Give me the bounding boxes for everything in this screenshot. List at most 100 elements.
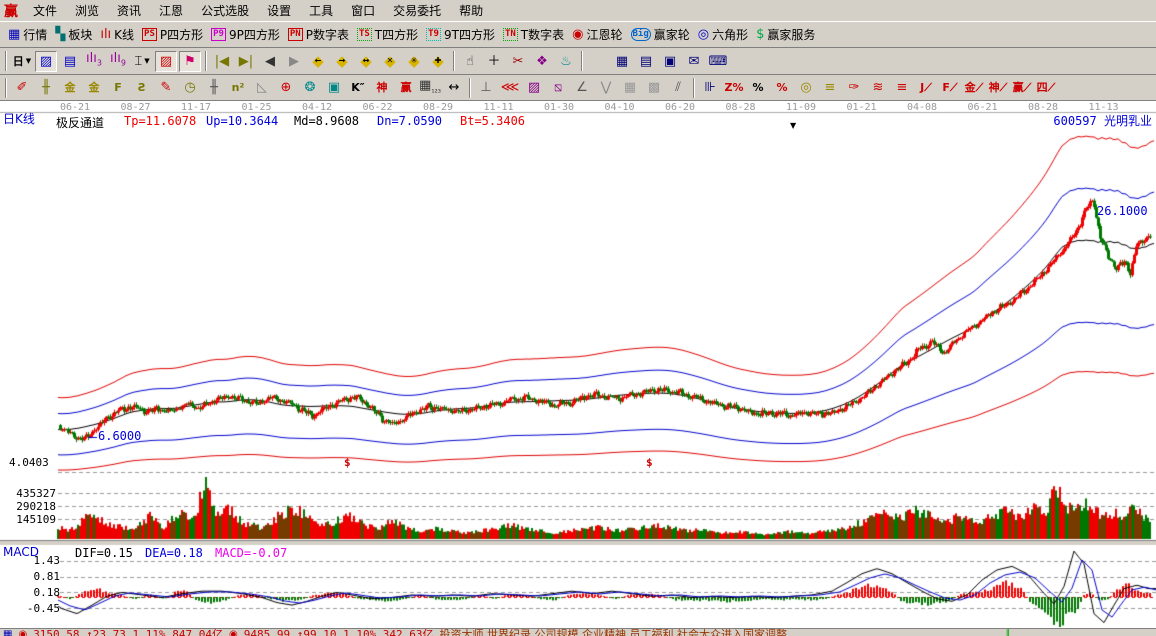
tool-shen-ruler[interactable]: 神 xyxy=(371,77,393,98)
tool-gold-angle[interactable]: 金⟋ xyxy=(963,77,985,98)
tool-crosshair[interactable]: ＋ xyxy=(483,51,505,72)
toolbar-button-kline-chart[interactable]: ılıK线 xyxy=(96,25,138,44)
menu-工具[interactable]: 工具 xyxy=(300,3,342,19)
tool-gold-ruler-b[interactable]: 金 xyxy=(83,77,105,98)
tool-nav-first[interactable]: |◀ xyxy=(211,51,233,72)
sh-index-icon[interactable]: ◉ xyxy=(18,629,27,636)
toolbar-button-hexagon[interactable]: ◎六角形 xyxy=(694,25,752,44)
tool-fit-screen[interactable]: ◆✚ xyxy=(427,51,449,72)
tool-pen-flame[interactable]: ✑ xyxy=(843,77,865,98)
scroll-marker-triangle[interactable]: ▼ xyxy=(790,121,796,130)
menu-帮助[interactable]: 帮助 xyxy=(450,3,492,19)
tool-bars-3[interactable]: ılı3 xyxy=(83,51,105,72)
tool-gold-hlines[interactable]: ≡ xyxy=(819,77,841,98)
toolbar-button-t-number-table[interactable]: TNT数字表 xyxy=(499,25,568,44)
tool-percent-hline[interactable]: % xyxy=(771,77,793,98)
tool-nav-prev[interactable]: ◀ xyxy=(259,51,281,72)
tool-compress-horizontal[interactable]: ◆✕ xyxy=(379,51,401,72)
tool-angle-rays[interactable]: ∠ xyxy=(571,77,593,98)
menu-设置[interactable]: 设置 xyxy=(258,3,300,19)
toolbar-button-market-quotes[interactable]: ▦行情 xyxy=(4,25,51,44)
tool-pen-ruler[interactable]: ✎ xyxy=(155,77,177,98)
tool-calculator[interactable]: ▦ xyxy=(611,51,633,72)
tool-zoom-in-right[interactable]: ◆→ xyxy=(331,51,353,72)
tool-zoom-out-left[interactable]: ◆← xyxy=(307,51,329,72)
tool-period-day-dropdown[interactable]: 日▼ xyxy=(11,51,33,72)
dividend-mark-2[interactable]: $ xyxy=(646,456,653,469)
sz-index-icon[interactable]: ◉ xyxy=(229,629,238,636)
tool-time-cycle-clock[interactable]: ◷ xyxy=(179,77,201,98)
toolbar-button-p-square[interactable]: PSP四方形 xyxy=(138,25,207,44)
menu-公式选股[interactable]: 公式选股 xyxy=(192,3,258,19)
tool-spiral-tool[interactable]: Ƨ xyxy=(131,77,153,98)
tool-bars-9[interactable]: ılı9 xyxy=(107,51,129,72)
tool-shen-angle[interactable]: 神⟋ xyxy=(987,77,1009,98)
tool-remote-pc[interactable]: ⌨ xyxy=(707,51,729,72)
tool-square-target[interactable]: ▣ xyxy=(323,77,345,98)
tool-f-angle[interactable]: F⟋ xyxy=(939,77,961,98)
menu-江恩[interactable]: 江恩 xyxy=(150,3,192,19)
tool-drag-hand[interactable]: ☝ xyxy=(459,51,481,72)
tool-zoom-area[interactable]: ▨ xyxy=(35,51,57,72)
tool-set-square[interactable]: ◺ xyxy=(251,77,273,98)
menu-窗口[interactable]: 窗口 xyxy=(342,3,384,19)
tool-nav-next[interactable]: ▶ xyxy=(283,51,305,72)
tool-j-angle[interactable]: J⟋ xyxy=(915,77,937,98)
toolbar-button-9p-square[interactable]: P99P四方形 xyxy=(207,25,284,44)
tool-parallel-lines[interactable]: ⫽ xyxy=(667,77,689,98)
tool-k-mark[interactable]: K″ xyxy=(347,77,369,98)
toolbar-button-sector-blocks[interactable]: ▚板块 xyxy=(51,25,96,44)
menu-文件[interactable]: 文件 xyxy=(24,3,66,19)
status-grid-icon[interactable]: ▦ xyxy=(3,629,12,636)
tool-gann-ruler[interactable]: ╫ xyxy=(35,77,57,98)
tool-cycle-tool-teal[interactable]: ♨ xyxy=(555,51,577,72)
tool-expand-all[interactable]: ◆✳ xyxy=(403,51,425,72)
tool-percent-zone-red[interactable]: Z% xyxy=(723,77,745,98)
menu-资讯[interactable]: 资讯 xyxy=(108,3,150,19)
tool-fan-box[interactable]: ▨ xyxy=(523,77,545,98)
tool-ying-angle[interactable]: 赢⟋ xyxy=(1011,77,1033,98)
tool-pattern-select[interactable]: ▨ xyxy=(155,51,177,72)
tool-delete-line[interactable]: ✂ xyxy=(507,51,529,72)
tool-tick-ruler[interactable]: ╫ xyxy=(203,77,225,98)
toolbar-button-winner-wheel[interactable]: Big赢家轮 xyxy=(627,25,694,44)
tool-signal-flag[interactable]: ⚑ xyxy=(179,51,201,72)
tool-expand-horizontal[interactable]: ◆↔ xyxy=(355,51,377,72)
tool-info-panel[interactable]: ▤ xyxy=(59,51,81,72)
tool-bar-width[interactable]: ↔ xyxy=(443,77,465,98)
tool-gold-ruler-a[interactable]: 金 xyxy=(59,77,81,98)
toolbar-button-p-number-table[interactable]: PNP数字表 xyxy=(284,25,353,44)
tool-box-rays[interactable]: ⧅ xyxy=(547,77,569,98)
menu-交易委托[interactable]: 交易委托 xyxy=(384,3,450,19)
tool-fan-lines-red[interactable]: ⋘ xyxy=(499,77,521,98)
tool-notes[interactable]: ▤ xyxy=(635,51,657,72)
tool-n2-ruler[interactable]: n² xyxy=(227,77,249,98)
tool-column-scale[interactable]: ⊪ xyxy=(699,77,721,98)
tool-candle-style-dropdown[interactable]: ⌶▼ xyxy=(131,51,153,72)
marquee-control-icon[interactable]: ∥ xyxy=(1006,629,1011,636)
tool-zigzag-lines[interactable]: ⋁ xyxy=(595,77,617,98)
tool-gann-tool-purple[interactable]: ❖ xyxy=(531,51,553,72)
tool-percent[interactable]: % xyxy=(747,77,769,98)
toolbar-button-gann-wheel[interactable]: ◉江恩轮 xyxy=(568,25,626,44)
tool-t-square-drag[interactable]: ⊥ xyxy=(475,77,497,98)
tool-mail-export[interactable]: ✉ xyxy=(683,51,705,72)
tool-si-angle[interactable]: 四⟋ xyxy=(1035,77,1057,98)
menu-浏览[interactable]: 浏览 xyxy=(66,3,108,19)
tool-calendar-21[interactable] xyxy=(587,51,609,72)
tool-gold-hlines-2[interactable]: ≡ xyxy=(891,77,913,98)
tool-nav-last[interactable]: ▶| xyxy=(235,51,257,72)
toolbar-button-t-square[interactable]: TST四方形 xyxy=(353,25,422,44)
tool-red-channel[interactable]: ≋ xyxy=(867,77,889,98)
tool-grid-box[interactable]: ▩ xyxy=(643,77,665,98)
tool-star-target[interactable]: ❂ xyxy=(299,77,321,98)
tool-circle-target[interactable]: ⊕ xyxy=(275,77,297,98)
tool-gold-circle[interactable]: ◎ xyxy=(795,77,817,98)
tool-grid-123[interactable]: ▦₁₂₃ xyxy=(419,77,441,98)
tool-save-data[interactable]: ▣ xyxy=(659,51,681,72)
tool-knife-tool[interactable]: ✐ xyxy=(11,77,33,98)
dividend-mark-1[interactable]: $ xyxy=(344,456,351,469)
tool-grid-overlay[interactable]: ▦ xyxy=(619,77,641,98)
tool-ying-ruler[interactable]: 赢 xyxy=(395,77,417,98)
toolbar-button-winner-service[interactable]: $赢家服务 xyxy=(752,25,819,44)
